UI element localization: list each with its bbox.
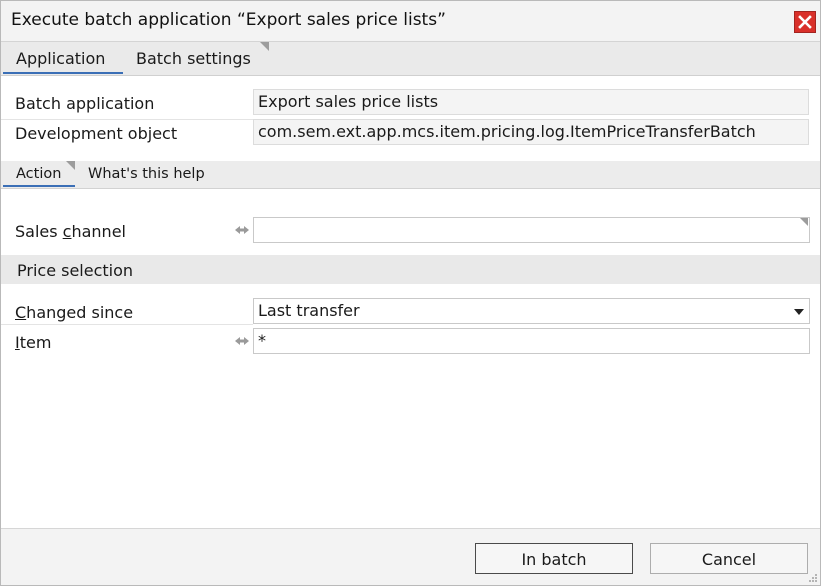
- tab-batch-settings[interactable]: Batch settings: [123, 42, 264, 74]
- development-object-value: com.sem.ext.app.mcs.item.pricing.log.Ite…: [253, 119, 809, 145]
- close-button[interactable]: [794, 11, 816, 33]
- footer-divider: [1, 528, 820, 529]
- resize-grip-icon[interactable]: [808, 573, 818, 583]
- label-text: hannel: [71, 222, 126, 241]
- chevron-down-icon[interactable]: [794, 309, 804, 315]
- link-arrows-icon[interactable]: [234, 335, 250, 347]
- changed-since-label: Changed since: [15, 303, 133, 322]
- close-icon: [798, 15, 812, 29]
- corner-marker-icon: [800, 218, 808, 226]
- label-text: tem: [19, 333, 52, 352]
- tab-action[interactable]: Action: [3, 161, 75, 187]
- info-section: Batch application Export sales price lis…: [1, 76, 820, 161]
- main-tab-bar: Application Batch settings: [1, 42, 820, 76]
- label-text: Sales: [15, 222, 63, 241]
- corner-marker-icon: [66, 161, 75, 170]
- window-title: Execute batch application “Export sales …: [11, 10, 446, 30]
- link-arrows-icon[interactable]: [234, 224, 250, 236]
- title-bar: Execute batch application “Export sales …: [1, 1, 820, 42]
- changed-since-select[interactable]: Last transfer: [253, 298, 810, 324]
- label-text: hanged since: [26, 303, 134, 322]
- price-selection-title: Price selection: [17, 261, 134, 280]
- batch-application-value: Export sales price lists: [253, 89, 809, 115]
- tab-application[interactable]: Application: [3, 42, 123, 74]
- tab-application-label: Application: [16, 49, 106, 68]
- changed-since-value: Last transfer: [258, 301, 360, 320]
- mnemonic-key: C: [15, 303, 27, 322]
- development-object-row: Development object com.sem.ext.app.mcs.i…: [1, 118, 820, 148]
- sub-tab-bar: Action What's this help: [1, 161, 820, 189]
- sales-channel-input[interactable]: [253, 217, 810, 243]
- action-section: Sales channel: [1, 189, 820, 528]
- item-input[interactable]: *: [253, 328, 810, 354]
- tab-whats-this-help[interactable]: What's this help: [75, 161, 218, 187]
- development-object-label: Development object: [15, 124, 178, 143]
- changed-since-row: Changed since Last transfer: [1, 297, 820, 327]
- tab-action-label: Action: [16, 166, 62, 182]
- batch-application-row: Batch application Export sales price lis…: [1, 88, 820, 118]
- in-batch-button[interactable]: In batch: [475, 543, 633, 574]
- corner-marker-icon: [260, 42, 269, 51]
- tab-whats-this-help-label: What's this help: [88, 166, 205, 182]
- item-label: Item: [15, 333, 51, 352]
- item-row: Item *: [1, 327, 820, 357]
- sales-channel-label: Sales channel: [15, 222, 126, 241]
- price-selection-header: Price selection: [1, 255, 820, 284]
- batch-dialog: Execute batch application “Export sales …: [0, 0, 821, 586]
- sales-channel-row: Sales channel: [1, 216, 820, 246]
- row-divider: [1, 324, 253, 325]
- cancel-button[interactable]: Cancel: [650, 543, 808, 574]
- batch-application-label: Batch application: [15, 94, 155, 113]
- tab-batch-settings-label: Batch settings: [136, 49, 251, 68]
